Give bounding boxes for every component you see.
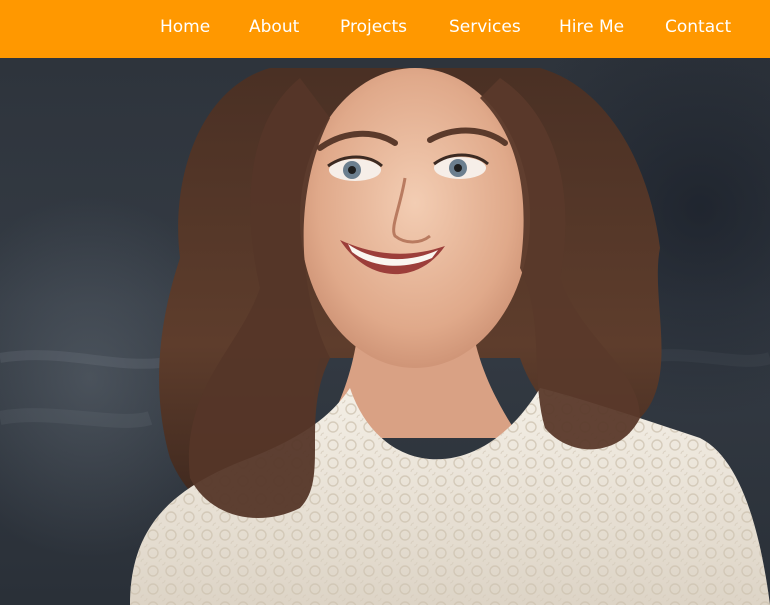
nav-link-services[interactable]: Services [449,16,521,38]
nav-link-contact[interactable]: Contact [665,16,731,38]
nav-link-projects[interactable]: Projects [340,16,407,38]
hero-section [0,58,770,605]
hero-portrait-image [0,68,770,605]
top-navbar: Home About Projects Services Hire Me Con… [0,0,770,58]
nav-link-home[interactable]: Home [160,16,210,38]
nav-link-about[interactable]: About [249,16,299,38]
nav-link-hire-me[interactable]: Hire Me [559,16,624,38]
nav-list: Home About Projects Services Hire Me Con… [0,0,770,58]
